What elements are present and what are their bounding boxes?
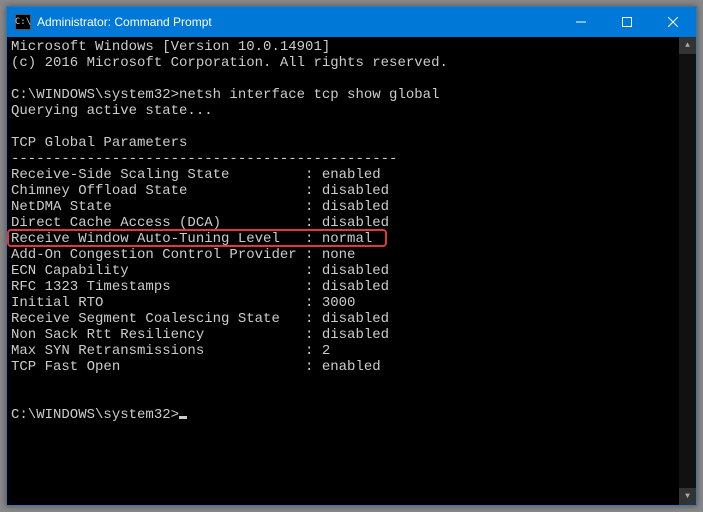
app-icon: C:\ bbox=[15, 14, 31, 30]
maximize-button[interactable] bbox=[604, 7, 650, 37]
command-prompt-window: C:\ Administrator: Command Prompt Micros… bbox=[6, 6, 697, 506]
scroll-track[interactable] bbox=[679, 54, 696, 488]
param-row: TCP Fast Open : enabled bbox=[11, 359, 677, 375]
scroll-up-arrow[interactable]: ▲ bbox=[679, 37, 696, 54]
version-line: Microsoft Windows [Version 10.0.14901] bbox=[11, 39, 677, 55]
scroll-down-arrow[interactable]: ▼ bbox=[679, 488, 696, 505]
minimize-button[interactable] bbox=[558, 7, 604, 37]
param-row: Direct Cache Access (DCA) : disabled bbox=[11, 215, 677, 231]
param-row: Receive-Side Scaling State : enabled bbox=[11, 167, 677, 183]
terminal-line bbox=[11, 71, 677, 87]
close-button[interactable] bbox=[650, 7, 696, 37]
param-row: NetDMA State : disabled bbox=[11, 199, 677, 215]
window-title: Administrator: Command Prompt bbox=[37, 15, 212, 29]
terminal-line bbox=[11, 119, 677, 135]
param-row: RFC 1323 Timestamps : disabled bbox=[11, 279, 677, 295]
param-row: Max SYN Retransmissions : 2 bbox=[11, 343, 677, 359]
vertical-scrollbar[interactable]: ▲ ▼ bbox=[679, 37, 696, 505]
terminal-line bbox=[11, 391, 677, 407]
param-row: Chimney Offload State : disabled bbox=[11, 183, 677, 199]
param-row: Initial RTO : 3000 bbox=[11, 295, 677, 311]
param-row: Add-On Congestion Control Provider : non… bbox=[11, 247, 677, 263]
param-row: Non Sack Rtt Resiliency : disabled bbox=[11, 327, 677, 343]
cursor bbox=[179, 416, 187, 419]
param-row: ECN Capability : disabled bbox=[11, 263, 677, 279]
querying-line: Querying active state... bbox=[11, 103, 677, 119]
command-line: C:\WINDOWS\system32>netsh interface tcp … bbox=[11, 87, 677, 103]
section-title: TCP Global Parameters bbox=[11, 135, 677, 151]
copyright-line: (c) 2016 Microsoft Corporation. All righ… bbox=[11, 55, 677, 71]
terminal-line bbox=[11, 375, 677, 391]
terminal-output[interactable]: Microsoft Windows [Version 10.0.14901](c… bbox=[7, 37, 679, 505]
param-row: Receive Segment Coalescing State : disab… bbox=[11, 311, 677, 327]
param-row: Receive Window Auto-Tuning Level : norma… bbox=[11, 231, 677, 247]
divider-line: ----------------------------------------… bbox=[11, 151, 677, 167]
prompt-line: C:\WINDOWS\system32> bbox=[11, 407, 677, 423]
titlebar[interactable]: C:\ Administrator: Command Prompt bbox=[7, 7, 696, 37]
